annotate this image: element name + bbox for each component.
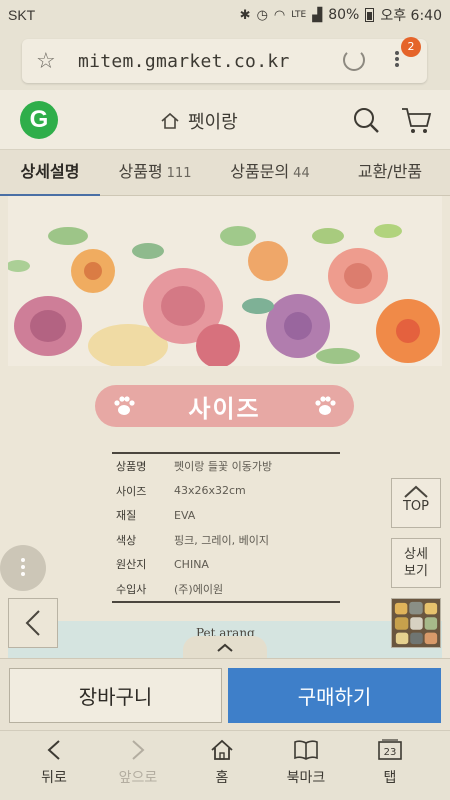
store-name: 펫이랑 <box>188 112 238 133</box>
search-icon[interactable] <box>352 106 380 134</box>
tab-exchange-return[interactable]: 교환/반품 <box>330 150 450 196</box>
tab-label: 상세설명 <box>20 162 80 181</box>
cart-icon[interactable] <box>400 104 432 136</box>
detail-label-2: 보기 <box>404 564 428 579</box>
nav-label: 홈 <box>215 770 229 786</box>
spec-value: 핑크, 그레이, 베이지 <box>174 533 269 547</box>
more-options-button[interactable] <box>0 545 46 591</box>
spec-row: 수입사 (주)에이원 <box>112 577 340 602</box>
tab-count: 44 <box>293 166 310 181</box>
purchase-action-bar: 장바구니 구매하기 <box>0 658 450 730</box>
chevron-up-icon <box>404 485 428 498</box>
size-section-heading: 사이즈 <box>95 385 354 427</box>
signal-icon: ▟ <box>312 7 323 23</box>
buy-now-button[interactable]: 구매하기 <box>228 668 441 723</box>
menu-dot <box>395 51 399 55</box>
status-icons: ✱ ◷ ◠ LTE ▟ 80% 오후 6:40 <box>240 5 442 25</box>
spec-key: 재질 <box>116 509 137 523</box>
tab-questions[interactable]: 상품문의 44 <box>210 150 330 196</box>
back-arrow-icon <box>47 740 60 760</box>
page-back-button[interactable] <box>8 598 58 648</box>
floral-banner-image <box>8 196 442 366</box>
tab-count: 111 <box>166 166 192 181</box>
top-label: TOP <box>402 499 429 514</box>
site-header: G 펫이랑 <box>0 90 450 150</box>
paw-icon <box>114 396 135 415</box>
spec-row: 상품명 펫이랑 들꽃 이동가방 <box>112 454 340 479</box>
spec-table: 상품명 펫이랑 들꽃 이동가방 사이즈 43x26x32cm 재질 EVA 색상… <box>112 452 340 603</box>
more-dots-icon <box>0 545 46 576</box>
address-bar[interactable]: ☆ mitem.gmarket.co.kr 2 <box>22 37 427 83</box>
wifi-icon: ◠ <box>273 7 286 23</box>
forward-arrow-icon <box>132 740 145 760</box>
spec-key: 수입사 <box>116 582 147 596</box>
spec-key: 색상 <box>116 533 137 547</box>
reload-icon[interactable] <box>343 49 365 71</box>
product-detail-content: 사이즈 상품명 펫이랑 들꽃 이동가방 사이즈 43x26x32cm 재질 EV… <box>0 196 450 658</box>
nav-label: 뒤로 <box>41 770 67 786</box>
tab-label: 교환/반품 <box>357 162 423 181</box>
network-type-label: LTE <box>291 10 307 20</box>
tab-count: 23 <box>384 747 397 758</box>
notification-badge: 2 <box>401 37 421 57</box>
spec-key: 원산지 <box>116 558 147 572</box>
product-thumbnail[interactable] <box>391 598 441 648</box>
nav-label: 앞으로 <box>118 770 158 786</box>
bookmark-icon <box>294 740 318 760</box>
tab-label: 상품평 <box>118 162 163 181</box>
spec-key: 상품명 <box>116 460 147 474</box>
home-icon <box>211 739 233 760</box>
nav-forward[interactable]: 앞으로 <box>96 731 180 800</box>
battery-percent: 80% <box>328 7 360 23</box>
spec-key: 사이즈 <box>116 484 147 498</box>
detail-label-1: 상세 <box>404 547 428 562</box>
battery-icon <box>365 8 375 22</box>
product-tabs: 상세설명 상품평 111 상품문의 44 교환/반품 <box>0 150 450 197</box>
spec-row: 색상 핑크, 그레이, 베이지 <box>112 528 340 553</box>
nav-home[interactable]: 홈 <box>180 731 264 800</box>
bluetooth-icon: ✱ <box>239 7 251 23</box>
chevron-up-icon <box>217 643 233 652</box>
spec-value: 펫이랑 들꽃 이동가방 <box>174 460 273 474</box>
nav-bookmarks[interactable]: 북마크 <box>264 731 348 800</box>
spec-row: 재질 EVA <box>112 503 340 528</box>
tab-description[interactable]: 상세설명 <box>0 150 100 197</box>
bookmark-star-icon[interactable]: ☆ <box>36 49 64 74</box>
clock: 오후 6:40 <box>380 8 442 24</box>
status-bar: SKT ✱ ◷ ◠ LTE ▟ 80% 오후 6:40 <box>0 0 450 30</box>
nav-tabs[interactable]: 23 탭 <box>348 731 432 800</box>
spec-value: 43x26x32cm <box>174 484 246 498</box>
url-text[interactable]: mitem.gmarket.co.kr <box>78 51 290 72</box>
nav-back[interactable]: 뒤로 <box>12 731 96 800</box>
view-detail-button[interactable]: 상세 보기 <box>391 538 441 588</box>
spec-value: EVA <box>174 508 196 522</box>
gmarket-logo[interactable]: G <box>20 101 58 139</box>
menu-dot <box>395 57 399 61</box>
spec-value: (주)에이원 <box>174 582 224 596</box>
size-title: 사이즈 <box>188 394 261 423</box>
scroll-top-button[interactable]: TOP <box>391 478 441 528</box>
browser-toolbar: ☆ mitem.gmarket.co.kr 2 <box>0 30 450 90</box>
spec-row: 사이즈 43x26x32cm <box>112 479 340 504</box>
browser-bottom-nav: 뒤로 앞으로 홈 북마크 23 탭 <box>0 730 450 800</box>
store-link[interactable]: 펫이랑 <box>160 108 238 134</box>
add-to-cart-button[interactable]: 장바구니 <box>9 668 222 723</box>
nav-label: 탭 <box>383 770 397 786</box>
store-home-icon <box>161 112 179 129</box>
tabs-icon: 23 <box>378 739 402 760</box>
paw-icon <box>315 396 336 415</box>
nav-label: 북마크 <box>286 770 326 786</box>
spec-value: CHINA <box>174 557 209 571</box>
collapse-handle[interactable] <box>183 636 267 660</box>
tab-label: 상품문의 <box>230 162 290 181</box>
chevron-left-icon <box>25 610 40 636</box>
menu-dot <box>395 63 399 67</box>
spec-row: 원산지 CHINA <box>112 552 340 577</box>
tab-reviews[interactable]: 상품평 111 <box>100 150 210 196</box>
carrier-label: SKT <box>8 7 36 23</box>
alarm-icon: ◷ <box>256 7 268 23</box>
